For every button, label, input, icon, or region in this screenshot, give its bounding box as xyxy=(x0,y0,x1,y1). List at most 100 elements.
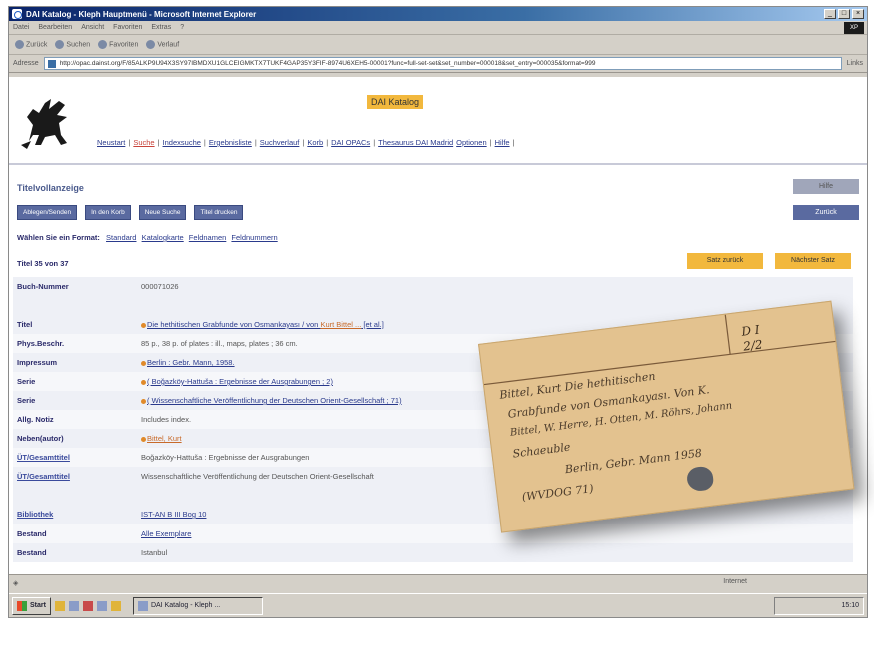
toolbar-favorites-button[interactable]: Favoriten xyxy=(98,40,138,49)
field-value: 000071026 xyxy=(141,282,179,291)
toolbar-search-button[interactable]: Suchen xyxy=(55,40,90,49)
field-label-link[interactable]: Bibliothek xyxy=(13,510,141,519)
ie-icon xyxy=(137,600,148,611)
menu-help[interactable]: ? xyxy=(180,24,184,31)
nav-korb[interactable]: Korb xyxy=(307,138,323,147)
address-label: Adresse xyxy=(13,60,39,67)
url-text: http://opac.dainst.org/F/85ALKP9U94X3SY9… xyxy=(59,60,596,67)
toolbar-history-button[interactable]: Verlauf xyxy=(146,40,179,49)
window-titlebar[interactable]: DAI Katalog - Kleph Hauptmenü - Microsof… xyxy=(9,7,867,21)
menu-view[interactable]: Ansicht xyxy=(81,24,104,31)
coauthor-link[interactable]: Bittel, Kurt xyxy=(147,434,182,443)
previous-record-button[interactable]: Satz zurück xyxy=(687,253,763,269)
table-row: Bibliothek IST-AN B III Bog 10 xyxy=(13,505,853,524)
impressum-link[interactable]: Berlin : Gebr. Mann, 1958. xyxy=(147,358,235,367)
nav-thesaurus[interactable]: Thesaurus DAI Madrid xyxy=(378,138,453,147)
help-button[interactable]: Hilfe xyxy=(793,179,859,194)
bullet-icon xyxy=(141,398,146,404)
page-title: Titelvollanzeige xyxy=(17,183,84,193)
format-katalogkarte[interactable]: Katalogkarte xyxy=(142,233,184,242)
add-to-basket-button[interactable]: In den Korb xyxy=(85,205,131,220)
bullet-icon xyxy=(141,360,146,366)
field-label-link[interactable]: ÜT/Gesamttitel xyxy=(13,453,141,462)
title-link[interactable]: Die hethitischen Grabfunde von Osmankaya… xyxy=(147,320,320,329)
catalog-header: DAI Katalog Neustart | Suche | Indexsuche |… xyxy=(9,77,867,165)
field-label: Neben(autor) xyxy=(17,434,64,443)
field-label: Allg. Notiz xyxy=(17,415,54,424)
library-link[interactable]: IST-AN B III Bog 10 xyxy=(141,510,206,519)
card-call-number: D I 2/2 xyxy=(740,322,764,354)
field-label: Buch-Nummer xyxy=(17,282,69,291)
record-count: Titel 35 von 37 xyxy=(17,259,69,268)
author-link[interactable]: Kurt Bittel ... xyxy=(320,320,361,329)
field-label: Impressum xyxy=(17,358,58,367)
nav-indexsuche[interactable]: Indexsuche xyxy=(163,138,201,147)
field-label: Titel xyxy=(17,320,33,329)
title-suffix[interactable]: [et al.] xyxy=(361,320,383,329)
menu-favorites[interactable]: Favoriten xyxy=(113,24,142,31)
close-button[interactable]: × xyxy=(852,9,864,19)
save-send-button[interactable]: Ablegen/Senden xyxy=(17,205,78,220)
nav-dai-opacs[interactable]: DAI OPACs xyxy=(331,138,370,147)
url-input[interactable]: http://opac.dainst.org/F/85ALKP9U94X3SY9… xyxy=(43,57,842,70)
format-selector: Wählen Sie ein Format: Standard Katalogk… xyxy=(17,233,281,242)
menubar: Datei Bearbeiten Ansicht Favoriten Extra… xyxy=(9,21,867,35)
nav-optionen[interactable]: Optionen xyxy=(456,138,486,147)
format-feldnummern[interactable]: Feldnummern xyxy=(231,233,277,242)
new-search-button[interactable]: Neue Suche xyxy=(138,205,187,220)
next-record-button[interactable]: Nächster Satz xyxy=(775,253,851,269)
field-label-link[interactable]: ÜT/Gesamttitel xyxy=(13,472,141,481)
links-label[interactable]: Links xyxy=(847,60,863,67)
griffin-logo-icon xyxy=(21,99,67,149)
nav-suchverlauf[interactable]: Suchverlauf xyxy=(260,138,300,147)
action-buttons: Ablegen/Senden In den Korb Neue Suche Ti… xyxy=(17,205,244,220)
catalog-nav: Neustart | Suche | Indexsuche | Ergebnislis… xyxy=(97,138,515,147)
window-title: DAI Katalog - Kleph Hauptmenü - Microsof… xyxy=(26,9,257,19)
taskbar-item-browser[interactable]: DAI Katalog - Kleph ... xyxy=(132,596,263,615)
star-icon xyxy=(98,40,108,49)
field-label: Bestand xyxy=(17,548,47,557)
format-standard[interactable]: Standard xyxy=(106,233,136,242)
toolbar-back-button[interactable]: Zurück xyxy=(15,40,47,49)
format-label: Wählen Sie ein Format: xyxy=(17,233,100,242)
quicklaunch-folder-icon[interactable] xyxy=(54,600,65,611)
start-button[interactable]: Start xyxy=(12,596,51,615)
clock: 15:10 xyxy=(841,602,859,609)
field-label: Serie xyxy=(17,377,36,386)
ie-icon xyxy=(12,9,22,19)
series-link[interactable]: ( Boğazköy-Hattuša : Ergebnisse der Ausg… xyxy=(147,377,333,386)
nav-neustart[interactable]: Neustart xyxy=(97,138,125,147)
format-feldnamen[interactable]: Feldnamen xyxy=(189,233,227,242)
field-label: Bestand xyxy=(17,529,47,538)
minimize-button[interactable]: _ xyxy=(824,9,836,19)
system-tray: 15:10 xyxy=(774,596,864,615)
taskbar: Start DAI Katalog - Kleph ... 15:10 xyxy=(9,593,867,617)
windows-brand-icon: XP xyxy=(844,22,864,34)
series-link[interactable]: ( Wissenschaftliche Veröffentlichung der… xyxy=(147,396,402,405)
menu-file[interactable]: Datei xyxy=(13,24,29,31)
bullet-icon xyxy=(141,379,146,385)
quicklaunch-desktop-icon[interactable] xyxy=(96,600,107,611)
maximize-button[interactable]: □ xyxy=(838,9,850,19)
menu-edit[interactable]: Bearbeiten xyxy=(38,24,72,31)
page-icon xyxy=(47,59,56,68)
status-bar: ◈ Internet xyxy=(9,574,867,590)
bullet-icon xyxy=(141,322,146,328)
table-row: Bestand Alle Exemplare xyxy=(13,524,853,543)
quicklaunch-app-icon[interactable] xyxy=(82,600,93,611)
menu-tools[interactable]: Extras xyxy=(151,24,171,31)
windows-logo-icon xyxy=(17,600,27,611)
print-title-button[interactable]: Titel drucken xyxy=(194,205,244,220)
table-row-spacer xyxy=(13,296,853,315)
quicklaunch-ie-icon[interactable] xyxy=(68,600,79,611)
nav-suche[interactable]: Suche xyxy=(133,138,154,147)
holdings-link[interactable]: Alle Exemplare xyxy=(141,529,191,538)
bullet-icon xyxy=(141,436,146,442)
nav-hilfe[interactable]: Hilfe xyxy=(495,138,510,147)
history-icon xyxy=(146,40,156,49)
catalog-title: DAI Katalog xyxy=(367,95,424,109)
nav-ergebnisliste[interactable]: Ergebnisliste xyxy=(209,138,252,147)
quicklaunch-mail-icon[interactable] xyxy=(110,600,121,611)
search-icon xyxy=(55,40,65,49)
back-button[interactable]: Zurück xyxy=(793,205,859,220)
